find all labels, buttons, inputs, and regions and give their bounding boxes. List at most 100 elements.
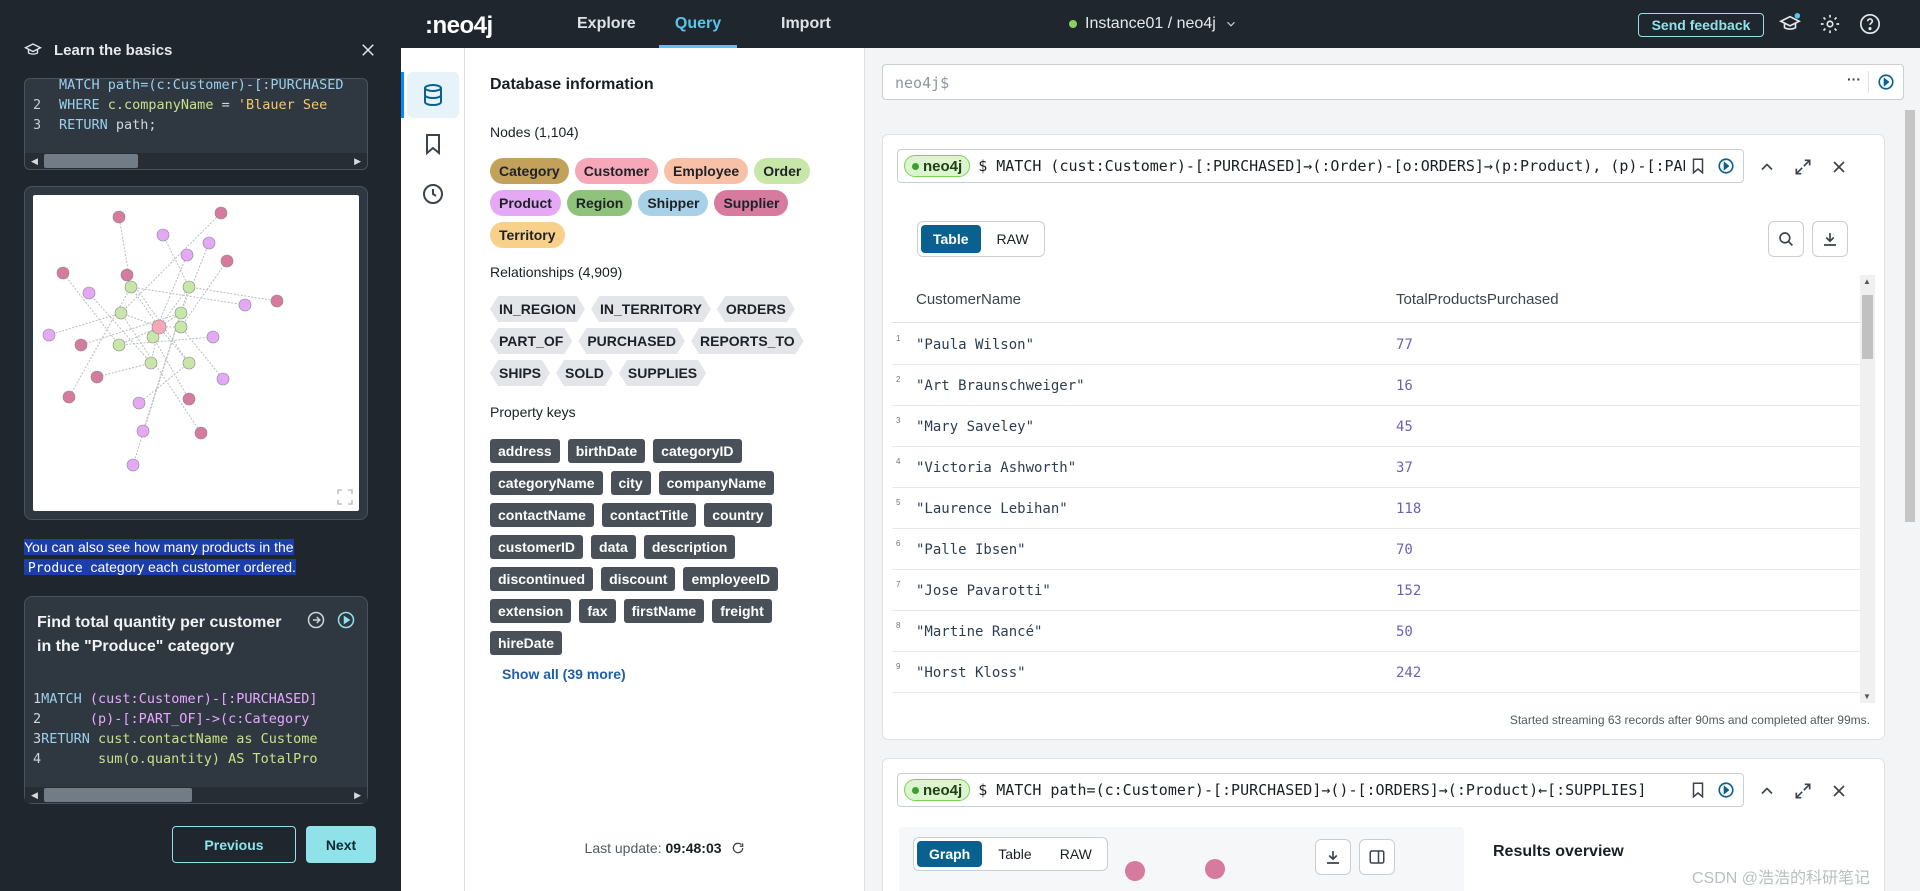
table-row[interactable]: 2 "Art Braunschweiger" 16	[892, 365, 1860, 406]
close-icon[interactable]	[1829, 157, 1849, 177]
code-snippet-1-scrollbar[interactable]: ◀ ▶	[25, 153, 367, 169]
frame-query-bar[interactable]: neo4j $ MATCH (cust:Customer)-[:PURCHASE…	[897, 149, 1744, 183]
close-icon[interactable]	[359, 41, 377, 59]
database-icon[interactable]	[421, 83, 445, 107]
frame-query-bar[interactable]: neo4j $ MATCH path=(c:Customer)-[:PURCHA…	[897, 773, 1744, 807]
tab-query[interactable]: Query	[659, 0, 737, 48]
property-key[interactable]: firstName	[623, 599, 705, 623]
column-header[interactable]: TotalProductsPurchased	[1396, 291, 1559, 308]
download-button[interactable]	[1315, 839, 1351, 875]
run-icon[interactable]	[1717, 781, 1735, 799]
scroll-thumb[interactable]	[43, 788, 192, 802]
node-label-product[interactable]: Product	[490, 190, 561, 216]
expand-icon[interactable]	[337, 489, 353, 505]
property-key[interactable]: city	[610, 471, 651, 495]
gear-icon[interactable]	[1819, 13, 1841, 35]
code-snippet-1[interactable]: MATCH path=(c:Customer)-[:PURCHASED 2 WHER…	[24, 78, 368, 170]
instance-selector[interactable]: Instance01 / neo4j	[1069, 0, 1238, 48]
view-tab-graph[interactable]: Graph	[917, 841, 983, 867]
run-icon[interactable]	[337, 611, 355, 629]
next-button[interactable]: Next	[306, 826, 376, 863]
bookmark-icon[interactable]	[1689, 157, 1707, 175]
view-tab-table[interactable]: Table	[986, 841, 1043, 867]
help-icon[interactable]	[1859, 13, 1881, 35]
property-key[interactable]: employeeID	[683, 567, 779, 591]
property-key[interactable]: discount	[601, 567, 676, 591]
table-row[interactable]: 7 "Jose Pavarotti" 152	[892, 570, 1860, 611]
scroll-up-icon[interactable]: ▲	[1863, 277, 1871, 286]
table-row[interactable]: 5 "Laurence Lebihan" 118	[892, 488, 1860, 529]
collapse-icon[interactable]	[1757, 157, 1777, 177]
send-feedback-button[interactable]: Send feedback	[1638, 13, 1764, 37]
table-row[interactable]: 8 "Martine Rancé" 50	[892, 611, 1860, 652]
property-key[interactable]: fax	[579, 599, 616, 623]
fullscreen-icon[interactable]	[1793, 781, 1813, 801]
node-label-territory[interactable]: Territory	[490, 222, 565, 248]
page-scrollbar[interactable]	[1902, 100, 1918, 890]
query-card-scrollbar[interactable]: ◀ ▶	[25, 787, 367, 803]
refresh-icon[interactable]	[731, 841, 745, 855]
collapse-icon[interactable]	[1757, 781, 1777, 801]
property-key[interactable]: categoryName	[490, 471, 603, 495]
run-icon[interactable]	[1877, 73, 1895, 91]
search-button[interactable]	[1768, 221, 1804, 257]
table-row[interactable]: 1 "Paula Wilson" 77	[892, 324, 1860, 365]
query-editor[interactable]: neo4j$ ···	[882, 64, 1904, 100]
history-icon[interactable]	[421, 182, 445, 206]
scroll-thumb[interactable]	[43, 154, 138, 168]
relationship-type-reports-to[interactable]: REPORTS_TO	[691, 328, 804, 354]
graph-node[interactable]	[1125, 861, 1145, 881]
run-icon[interactable]	[1717, 157, 1735, 175]
scroll-left-icon[interactable]: ◀	[31, 790, 38, 801]
table-row[interactable]: 6 "Palle Ibsen" 70	[892, 529, 1860, 570]
table-row[interactable]: 3 "Mary Saveley" 45	[892, 406, 1860, 447]
tab-explore[interactable]: Explore	[577, 0, 636, 48]
node-label-employee[interactable]: Employee	[664, 158, 749, 184]
toggle-panel-button[interactable]	[1359, 839, 1395, 875]
property-key[interactable]: description	[643, 535, 736, 559]
table-scrollbar[interactable]: ▲ ▼	[1860, 275, 1875, 703]
relationship-type-supplies[interactable]: SUPPLIES	[619, 360, 706, 386]
property-key[interactable]: discontinued	[490, 567, 594, 591]
property-key[interactable]: address	[490, 439, 560, 463]
property-key[interactable]: country	[704, 503, 772, 527]
table-row[interactable]: 9 "Horst Kloss" 242	[892, 652, 1860, 693]
property-key[interactable]: freight	[712, 599, 772, 623]
property-key[interactable]: contactTitle	[601, 503, 697, 527]
download-button[interactable]	[1812, 221, 1848, 257]
node-label-order[interactable]: Order	[754, 158, 811, 184]
scroll-left-icon[interactable]: ◀	[31, 156, 38, 167]
scroll-right-icon[interactable]: ▶	[354, 156, 361, 167]
node-label-customer[interactable]: Customer	[574, 158, 659, 184]
scroll-thumb[interactable]	[1905, 110, 1915, 522]
relationship-type-ships[interactable]: SHIPS	[490, 360, 550, 386]
view-tab-raw[interactable]: RAW	[1048, 841, 1104, 867]
arrow-right-circle-icon[interactable]	[307, 611, 325, 629]
fullscreen-icon[interactable]	[1793, 157, 1813, 177]
show-all-link[interactable]: Show all (39 more)	[502, 666, 626, 682]
learn-icon[interactable]	[1779, 13, 1801, 35]
scroll-right-icon[interactable]: ▶	[354, 790, 361, 801]
property-key[interactable]: data	[591, 535, 636, 559]
previous-button[interactable]: Previous	[172, 826, 296, 863]
more-icon[interactable]: ···	[1847, 71, 1861, 87]
property-key[interactable]: categoryID	[653, 439, 742, 463]
bookmark-icon[interactable]	[1689, 781, 1707, 799]
tab-import[interactable]: Import	[781, 0, 831, 48]
relationship-type-purchased[interactable]: PURCHASED	[578, 328, 685, 354]
node-label-region[interactable]: Region	[566, 190, 633, 216]
property-key[interactable]: contactName	[490, 503, 594, 527]
table-row[interactable]: 4 "Victoria Ashworth" 37	[892, 447, 1860, 488]
property-key[interactable]: companyName	[658, 471, 775, 495]
bookmark-icon[interactable]	[421, 132, 445, 156]
property-key[interactable]: hireDate	[490, 631, 563, 655]
relationship-type-in-region[interactable]: IN_REGION	[490, 296, 585, 322]
graph-node[interactable]	[1205, 859, 1225, 879]
close-icon[interactable]	[1829, 781, 1849, 801]
node-label-supplier[interactable]: Supplier	[714, 190, 789, 216]
view-tab-table[interactable]: Table	[921, 225, 981, 253]
view-tab-raw[interactable]: RAW	[985, 225, 1041, 253]
query-card[interactable]: Find total quantity per customer in the …	[24, 596, 368, 804]
property-key[interactable]: extension	[490, 599, 572, 623]
relationship-type-in-territory[interactable]: IN_TERRITORY	[591, 296, 711, 322]
